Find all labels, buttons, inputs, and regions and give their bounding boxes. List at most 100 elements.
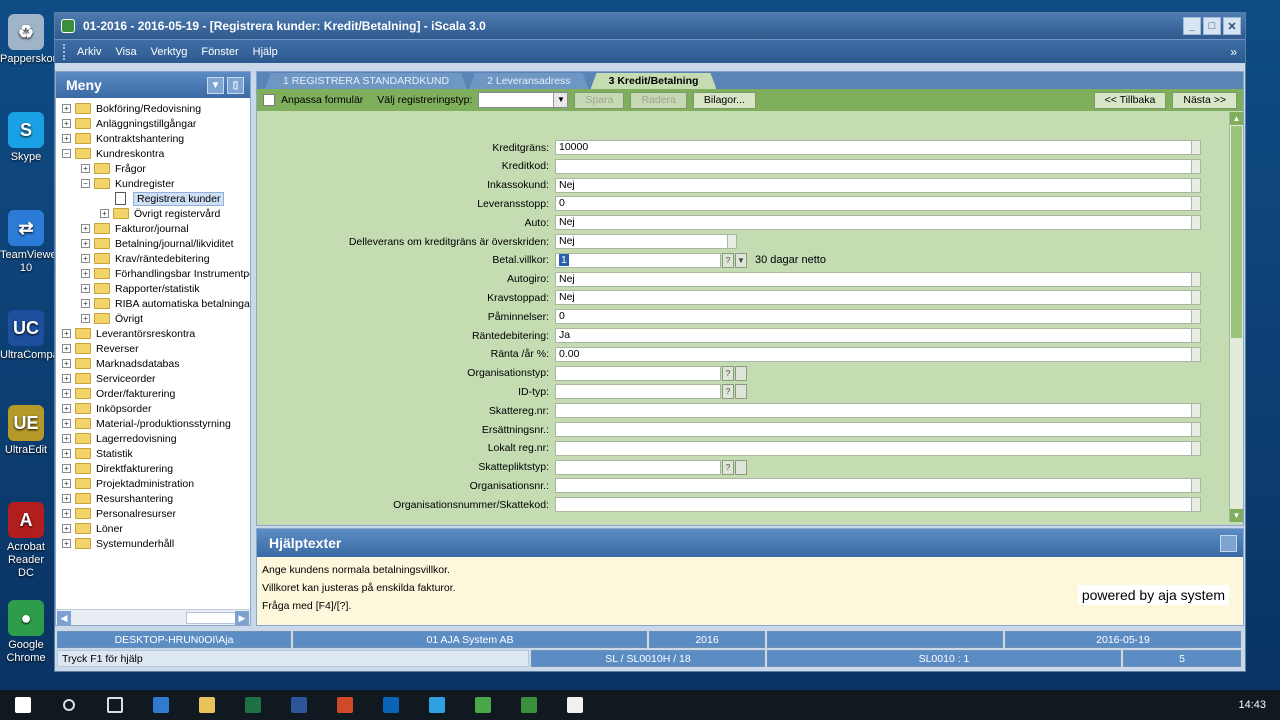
tree-item[interactable]: + Övrigt registervård: [100, 206, 220, 221]
taskbar-app-white-button[interactable]: [552, 690, 598, 720]
scroll-right-icon[interactable]: ▶: [235, 611, 249, 625]
tab-2[interactable]: 2 Leveransadress: [469, 73, 588, 89]
tree-item[interactable]: − Kundreskontra: [62, 146, 164, 161]
chevron-down-icon[interactable]: [735, 365, 747, 381]
field-input[interactable]: 10000: [555, 140, 1201, 155]
field-edit-button[interactable]: [1191, 196, 1201, 212]
tree-item[interactable]: + Resurshantering: [62, 491, 173, 506]
expand-icon[interactable]: +: [62, 119, 71, 128]
collapse-pane-icon[interactable]: ▯: [227, 76, 244, 94]
delete-button[interactable]: Radera: [630, 91, 687, 109]
field-edit-button[interactable]: [1191, 497, 1201, 513]
back-button[interactable]: << Tillbaka: [1093, 91, 1167, 109]
tree-item[interactable]: + Inköpsorder: [62, 401, 151, 416]
tree-item[interactable]: + Order/fakturering: [62, 386, 175, 401]
tree-item[interactable]: + Material-/produktionsstyrning: [62, 416, 231, 431]
chevron-down-icon[interactable]: [735, 384, 747, 400]
field-edit-button[interactable]: [1191, 309, 1201, 325]
expand-icon[interactable]: +: [81, 314, 90, 323]
menu-verktyg[interactable]: Verktyg: [151, 46, 188, 58]
taskbar-explorer-button[interactable]: [184, 690, 230, 720]
tree-item[interactable]: + Krav/räntedebitering: [81, 251, 210, 266]
taskbar-outlook-button[interactable]: [368, 690, 414, 720]
lookup-help-icon[interactable]: ?: [722, 384, 734, 400]
desktop-icon[interactable]: UC UltraCompare: [0, 310, 68, 362]
expand-icon[interactable]: +: [62, 449, 71, 458]
desktop-icon[interactable]: ♻ Papperskorg: [0, 14, 62, 66]
taskbar-search-button[interactable]: [46, 690, 92, 720]
tree-item[interactable]: + Anläggningstillgångar: [62, 116, 196, 131]
field-input[interactable]: 0: [555, 196, 1201, 212]
field-input[interactable]: Nej: [555, 215, 1201, 231]
tree-item[interactable]: + Kontraktshantering: [62, 131, 184, 146]
field-input[interactable]: [555, 440, 1201, 456]
field-input[interactable]: [555, 459, 721, 475]
minimize-help-icon[interactable]: [1220, 534, 1237, 552]
taskbar-task-view-button[interactable]: [92, 690, 138, 720]
collapse-icon[interactable]: −: [81, 179, 90, 188]
expand-icon[interactable]: +: [81, 284, 90, 293]
expand-icon[interactable]: +: [62, 134, 71, 143]
field-edit-button[interactable]: [1191, 478, 1201, 494]
expand-icon[interactable]: +: [62, 434, 71, 443]
close-button[interactable]: ✕: [1223, 17, 1241, 35]
tree-item[interactable]: + Förhandlingsbar Instrumentpo: [81, 266, 250, 281]
field-edit-button[interactable]: [1191, 346, 1201, 362]
field-edit-button[interactable]: [1191, 440, 1201, 456]
expand-icon[interactable]: +: [62, 104, 71, 113]
tab-1[interactable]: 1 REGISTRERA STANDARDKUND: [265, 73, 467, 89]
field-input[interactable]: [555, 384, 721, 400]
desktop-icon[interactable]: A Acrobat Reader DC: [0, 502, 52, 580]
tree-item[interactable]: + Leverantörsreskontra: [62, 326, 195, 341]
tree-item[interactable]: + Direktfakturering: [62, 461, 173, 476]
field-input[interactable]: 1: [555, 252, 721, 268]
field-edit-button[interactable]: [1191, 177, 1201, 193]
adjust-form-checkbox[interactable]: [263, 94, 275, 106]
tree-item[interactable]: + Lagerredovisning: [62, 431, 177, 446]
tab-3[interactable]: 3 Kredit/Betalning: [591, 73, 717, 89]
taskbar-word-button[interactable]: [276, 690, 322, 720]
desktop-icon[interactable]: S Skype: [0, 112, 52, 164]
taskbar-app-green-button[interactable]: [460, 690, 506, 720]
tree-item[interactable]: − Kundregister: [81, 176, 175, 191]
taskbar-ie-button[interactable]: [414, 690, 460, 720]
field-edit-button[interactable]: [1191, 158, 1201, 174]
scroll-thumb[interactable]: [186, 612, 238, 624]
field-input[interactable]: Nej: [555, 234, 737, 249]
tree-item[interactable]: Registrera kunder: [100, 191, 225, 206]
lookup-help-icon[interactable]: ?: [722, 252, 734, 268]
scroll-left-icon[interactable]: ◀: [57, 611, 71, 625]
menu-hjalp[interactable]: Hjälp: [253, 46, 278, 58]
save-button[interactable]: Spara: [574, 91, 625, 109]
expand-icon[interactable]: +: [62, 539, 71, 548]
tree-item[interactable]: + Personalresurser: [62, 506, 176, 521]
clock[interactable]: 14:43: [1238, 699, 1266, 712]
expand-icon[interactable]: +: [81, 299, 90, 308]
form-vertical-scrollbar[interactable]: ▲ ▼: [1229, 112, 1243, 522]
tree-item[interactable]: + Statistik: [62, 446, 133, 461]
tree-item[interactable]: + RIBA automatiska betalningar: [81, 296, 250, 311]
maximize-button[interactable]: □: [1203, 17, 1221, 35]
tree-item[interactable]: + Projektadministration: [62, 476, 194, 491]
expand-icon[interactable]: +: [62, 494, 71, 503]
field-edit-button[interactable]: [1191, 271, 1201, 287]
field-input[interactable]: 0: [555, 309, 1201, 325]
expand-icon[interactable]: +: [62, 329, 71, 338]
menu-visa[interactable]: Visa: [115, 46, 136, 58]
expand-icon[interactable]: +: [62, 404, 71, 413]
tree-item[interactable]: + Övrigt: [81, 311, 143, 326]
lookup-help-icon[interactable]: ?: [722, 365, 734, 381]
scroll-down-icon[interactable]: ▼: [1230, 509, 1243, 522]
tree-item[interactable]: + Frågor: [81, 161, 146, 176]
chevron-down-icon[interactable]: [735, 459, 747, 475]
field-input[interactable]: [555, 422, 1201, 437]
expand-icon[interactable]: +: [62, 509, 71, 518]
field-input[interactable]: Nej: [555, 271, 1201, 287]
tree-item[interactable]: + Löner: [62, 521, 123, 536]
expand-icon[interactable]: +: [62, 359, 71, 368]
field-edit-button[interactable]: [1191, 328, 1201, 343]
field-input[interactable]: Nej: [555, 177, 1201, 193]
field-edit-button[interactable]: [1191, 403, 1201, 419]
taskbar-edge-button[interactable]: [138, 690, 184, 720]
field-edit-button[interactable]: [1191, 140, 1201, 155]
